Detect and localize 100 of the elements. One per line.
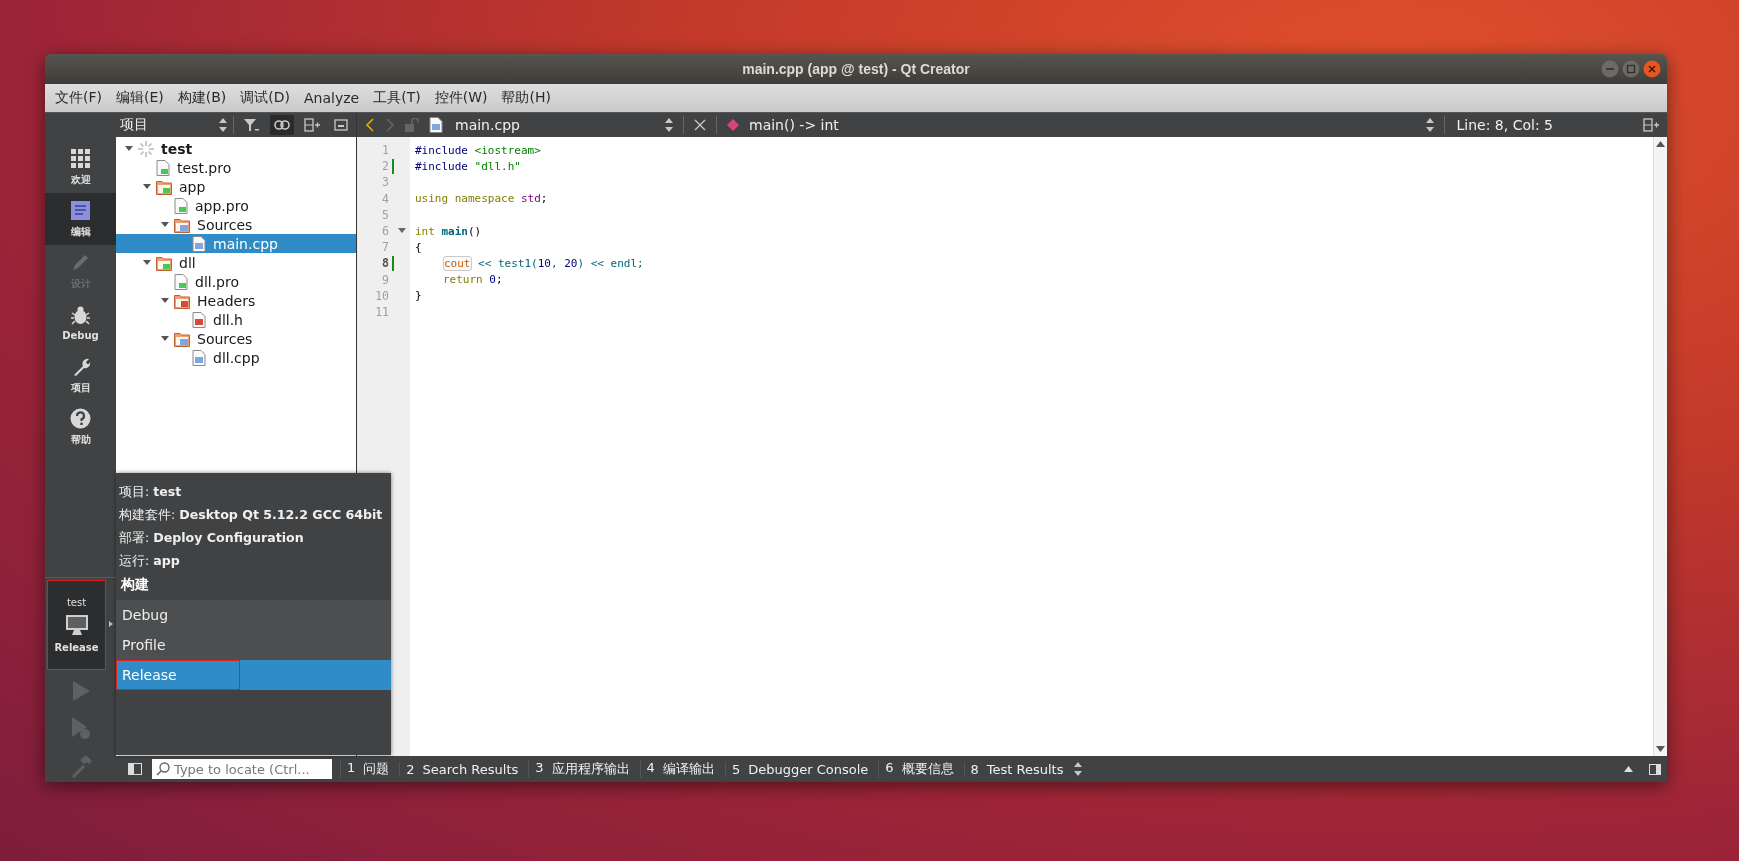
folder-icon — [156, 178, 172, 195]
line-number: 4 — [382, 191, 389, 206]
mode-button[interactable]: 欢迎 — [45, 141, 116, 193]
build-option[interactable]: Release — [116, 660, 391, 690]
collapse-arrow-icon[interactable] — [161, 296, 169, 305]
collapse-arrow-icon[interactable] — [143, 182, 151, 191]
output-tab[interactable]: 8 Test Results — [963, 761, 1070, 777]
line-number: 11 — [375, 304, 389, 319]
menu-item[interactable]: 编辑(E) — [116, 89, 164, 107]
tree-item[interactable]: dll.cpp — [116, 348, 356, 367]
info-line: 构建套件: Desktop Qt 5.12.2 GCC 64bit — [118, 506, 384, 524]
line-number: 2 — [382, 159, 389, 174]
scroll-down-icon[interactable] — [1656, 746, 1665, 752]
line-number: 3 — [382, 175, 389, 190]
output-tab[interactable]: 5 Debugger Console — [724, 761, 875, 777]
menu-item[interactable]: 调试(D) — [240, 89, 290, 107]
mode-button[interactable]: 编辑 — [45, 193, 116, 245]
info-line: 项目: test — [118, 483, 183, 501]
close-icon[interactable] — [694, 119, 706, 131]
output-tab[interactable]: 3 应用程序输出 — [528, 760, 636, 778]
file-selector[interactable]: main.cpp — [455, 117, 655, 133]
section-header: 构建 — [120, 575, 150, 594]
close-button[interactable] — [1643, 60, 1661, 78]
document-icon — [192, 349, 206, 366]
sidebar-toggle-icon[interactable] — [128, 763, 142, 775]
document-icon — [429, 117, 443, 133]
tree-item[interactable]: app — [116, 177, 356, 196]
updown-icon[interactable] — [219, 118, 227, 132]
menu-item[interactable]: 文件(F) — [55, 89, 102, 107]
folder-icon — [174, 330, 190, 347]
menu-item[interactable]: 帮助(H) — [501, 89, 551, 107]
locator-field[interactable]: Type to locate (Ctrl... — [152, 759, 332, 779]
collapse-arrow-icon[interactable] — [161, 220, 169, 229]
output-tab[interactable]: 4 编译输出 — [639, 760, 721, 778]
monitor-icon — [64, 614, 89, 636]
collapse-arrow-icon[interactable] — [143, 258, 151, 267]
output-tab[interactable]: 2 Search Results — [399, 761, 525, 777]
scroll-up-icon[interactable] — [1656, 141, 1665, 147]
panel-toggle-icon[interactable] — [1649, 763, 1661, 775]
line-number: 7 — [382, 240, 389, 255]
maximize-panel-icon[interactable] — [1624, 766, 1633, 772]
line-number: 1 — [382, 143, 389, 158]
window-title: main.cpp (app @ test) - Qt Creator — [742, 61, 970, 77]
help-icon — [70, 407, 91, 429]
build-option[interactable]: Profile — [116, 630, 391, 660]
tree-item[interactable]: dll — [116, 253, 356, 272]
build-option[interactable]: Debug — [116, 600, 391, 630]
tree-item[interactable]: app.pro — [116, 196, 356, 215]
menu-item[interactable]: Analyze — [304, 90, 360, 106]
split-icon[interactable] — [1643, 118, 1659, 132]
updown-icon[interactable] — [665, 118, 673, 132]
tree-item[interactable]: dll.h — [116, 310, 356, 329]
tree-item[interactable]: Sources — [116, 329, 356, 348]
output-tab[interactable]: 1 问题 — [340, 760, 396, 778]
back-icon[interactable] — [365, 118, 375, 132]
tree-item[interactable]: main.cpp — [116, 234, 356, 253]
updown-icon[interactable] — [1073, 762, 1082, 776]
document-icon — [192, 311, 206, 328]
line-number: 9 — [382, 272, 389, 287]
fold-arrow-icon[interactable] — [398, 228, 406, 235]
spinner-icon — [138, 140, 154, 157]
output-tab[interactable]: 6 概要信息 — [878, 760, 960, 778]
mode-button[interactable]: 项目 — [45, 349, 116, 401]
info-line: 部署: Deploy Configuration — [118, 529, 305, 547]
updown-icon[interactable] — [1425, 118, 1434, 132]
collapse-arrow-icon[interactable] — [161, 334, 169, 343]
code-line: using namespace std; — [415, 192, 548, 206]
code-line: #include <iostream> — [415, 143, 541, 157]
code-line: } — [415, 289, 422, 303]
code-line: int main() — [415, 224, 482, 238]
tree-item[interactable]: dll.pro — [116, 272, 356, 291]
document-icon — [174, 273, 188, 290]
tree-item[interactable]: Headers — [116, 291, 356, 310]
folder-icon — [156, 254, 172, 271]
tree-item[interactable]: test — [116, 139, 356, 158]
maximize-button[interactable] — [1622, 60, 1640, 78]
arrow-icon — [109, 621, 113, 627]
symbol-selector[interactable]: main() -> int — [749, 117, 1416, 133]
search-icon — [156, 762, 170, 776]
diamond-icon — [727, 119, 739, 131]
tree-item[interactable]: Sources — [116, 215, 356, 234]
menu-item[interactable]: 构建(B) — [177, 89, 227, 107]
code-line: { — [415, 240, 422, 254]
document-icon — [174, 197, 188, 214]
menu-item[interactable]: 工具(T) — [373, 89, 421, 107]
scrollbar[interactable] — [1653, 137, 1667, 756]
menu-item[interactable]: 控件(W) — [434, 89, 488, 107]
tree-item[interactable]: test.pro — [116, 158, 356, 177]
code-line: cout << test1(10, 20) << endl; — [443, 256, 644, 270]
document-icon — [156, 159, 170, 176]
mode-button[interactable]: Debug — [45, 297, 116, 349]
bug-icon — [70, 305, 91, 326]
info-line: 运行: app — [118, 552, 181, 570]
collapse-arrow-icon[interactable] — [125, 144, 133, 153]
line-number: 6 — [382, 224, 389, 239]
mode-button[interactable]: 帮助 — [45, 401, 116, 453]
link-icon[interactable] — [270, 115, 294, 135]
code-line: return 0; — [443, 273, 503, 287]
folder-icon — [174, 216, 190, 233]
code-line: #include "dll.h" — [415, 159, 521, 173]
